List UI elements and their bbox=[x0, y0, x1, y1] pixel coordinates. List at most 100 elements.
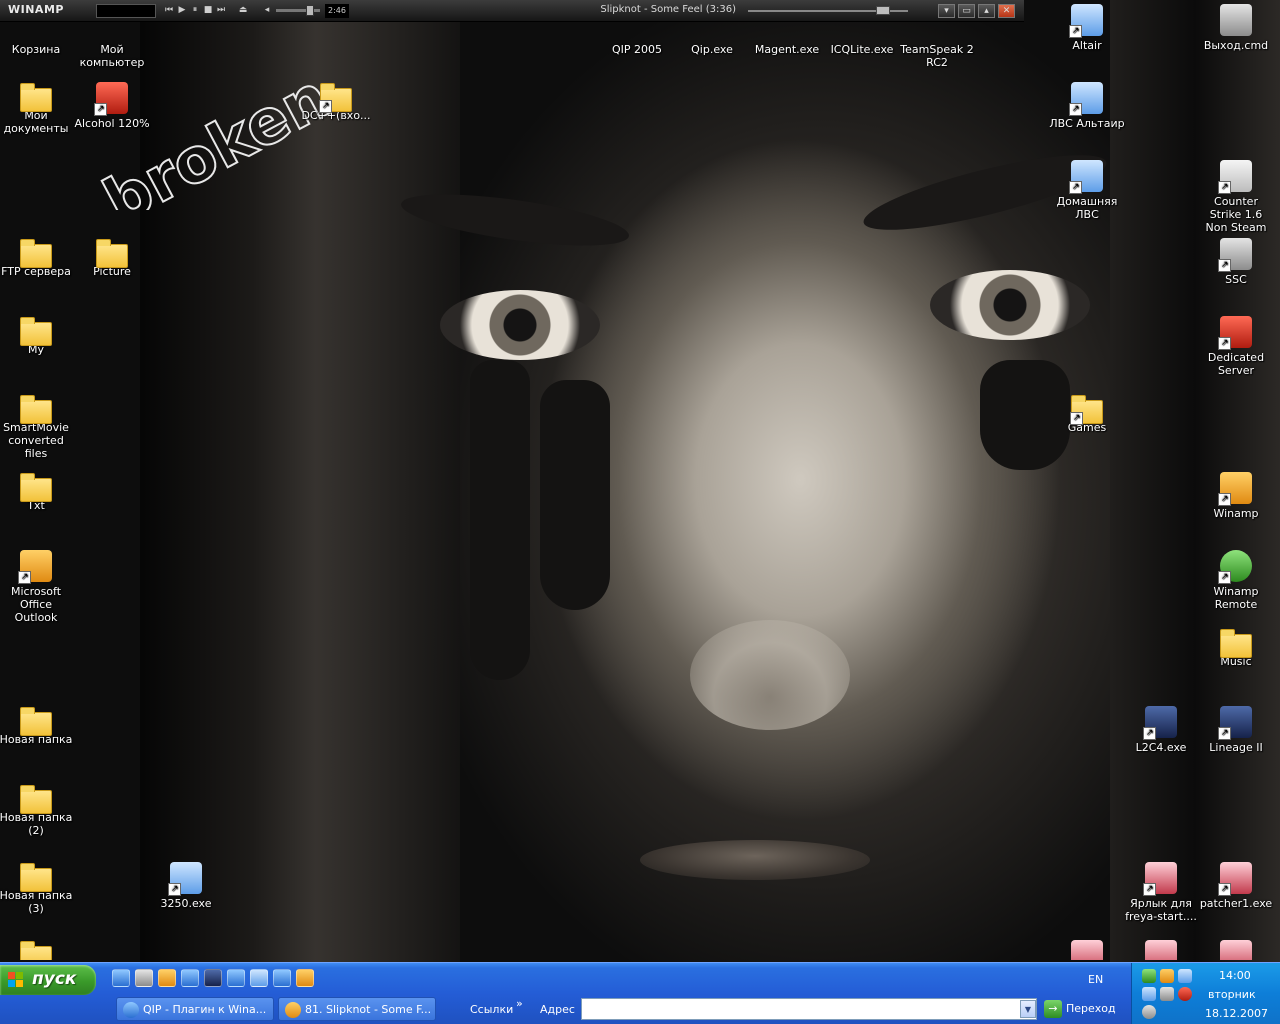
desktop-icon-my-computer[interactable]: Мой компьютер bbox=[74, 24, 150, 69]
outlook-icon bbox=[18, 550, 52, 584]
internet-explorer-icon[interactable] bbox=[181, 969, 199, 987]
task-button-winamp[interactable]: 81. Slipknot - Some F... bbox=[278, 997, 436, 1021]
task-label: QIP - Плагин к Wina... bbox=[143, 1003, 267, 1016]
icon-label: Magent.exe bbox=[754, 43, 820, 56]
volume-slider[interactable] bbox=[306, 5, 314, 16]
anime-app-icon bbox=[1218, 862, 1252, 896]
eject-icon[interactable]: ⏏ bbox=[238, 5, 248, 16]
quicklaunch-icon[interactable] bbox=[158, 969, 176, 987]
desktop-icon-qip2005[interactable]: QIP 2005 bbox=[599, 24, 675, 56]
desktop-icon-qip-exe[interactable]: Qip.exe bbox=[674, 24, 750, 56]
camera-icon bbox=[1218, 238, 1252, 272]
anime-app-icon bbox=[1071, 940, 1103, 960]
stop-icon[interactable]: ■ bbox=[203, 5, 213, 16]
desktop-icon-home-lan[interactable]: Домашняя ЛВС bbox=[1049, 160, 1125, 221]
icon-label: Microsoft Office Outlook bbox=[10, 585, 62, 624]
icon-label: Новая папка (3) bbox=[0, 889, 73, 915]
desktop-icon-dcpp[interactable]: DC++(вхо... bbox=[298, 82, 374, 122]
desktop-icon-icqlite[interactable]: ICQLite.exe bbox=[824, 24, 900, 56]
quicklaunch-icon[interactable] bbox=[250, 969, 268, 987]
icon-label: QIP 2005 bbox=[611, 43, 663, 56]
winamp-menu-icon[interactable]: ▾ bbox=[938, 4, 955, 18]
tray-icon[interactable] bbox=[1160, 987, 1174, 1001]
desktop-icon-magent[interactable]: Magent.exe bbox=[749, 24, 825, 56]
desktop-icon-my[interactable]: My bbox=[0, 316, 74, 356]
play-icon[interactable]: ▶ bbox=[177, 5, 187, 16]
desktop-icon-txt[interactable]: Txt bbox=[0, 472, 74, 512]
desktop-icon-ssc[interactable]: SSC bbox=[1198, 238, 1274, 286]
winamp-bar[interactable]: WINAMP ⏮ ▶ ⏸ ■ ⏭ ⏏ ◂ 2:46 Slipknot - Som… bbox=[0, 0, 1024, 22]
system-tray: 14:00 вторник 18.12.2007 bbox=[1131, 963, 1280, 1024]
desktop-icon-l2c4[interactable]: L2C4.exe bbox=[1123, 706, 1199, 754]
winamp-restore-icon[interactable]: ▭ bbox=[958, 4, 975, 18]
winamp-shade-icon[interactable]: ▴ bbox=[978, 4, 995, 18]
winamp-time[interactable]: 2:46 bbox=[325, 4, 349, 18]
winamp-icon[interactable] bbox=[296, 969, 314, 987]
media-player-icon[interactable] bbox=[227, 969, 245, 987]
show-desktop-icon[interactable] bbox=[135, 969, 153, 987]
desktop-icon-folder-partial[interactable] bbox=[0, 940, 74, 960]
internet-explorer-icon[interactable] bbox=[273, 969, 291, 987]
tray-network-icon[interactable] bbox=[1142, 987, 1156, 1001]
desktop-icon-new-folder-3[interactable]: Новая папка (3) bbox=[0, 862, 74, 915]
tray-security-icon[interactable] bbox=[1178, 987, 1192, 1001]
desktop-icon-games[interactable]: Games bbox=[1049, 394, 1125, 434]
start-button[interactable]: пуск bbox=[0, 965, 96, 995]
tray-icon[interactable] bbox=[1142, 969, 1156, 983]
desktop-icon-partial[interactable] bbox=[1198, 940, 1274, 960]
clock-time[interactable]: 14:00 bbox=[1219, 969, 1251, 982]
desktop-icon-picture[interactable]: Picture bbox=[74, 238, 150, 278]
desktop-icon-exit-cmd[interactable]: Выход.cmd bbox=[1198, 4, 1274, 52]
desktop-icon-partial[interactable] bbox=[1123, 940, 1199, 960]
pause-icon[interactable]: ⏸ bbox=[190, 5, 200, 16]
icon-label: Домашняя ЛВС bbox=[1056, 195, 1118, 221]
command-prompt-icon[interactable] bbox=[204, 969, 222, 987]
links-toolbar-label[interactable]: Ссылки bbox=[470, 1003, 513, 1016]
desktop-icon-new-folder-2[interactable]: Новая папка (2) bbox=[0, 784, 74, 837]
icon-label: Мои документы bbox=[3, 109, 69, 135]
address-input[interactable] bbox=[581, 998, 1037, 1020]
anime-app-icon bbox=[1143, 862, 1177, 896]
address-dropdown-icon[interactable]: ▼ bbox=[1020, 1000, 1036, 1018]
icon-label: Выход.cmd bbox=[1203, 39, 1269, 52]
tray-winamp-icon[interactable] bbox=[1160, 969, 1174, 983]
desktop-icon-my-documents[interactable]: Мои документы bbox=[0, 82, 74, 135]
desktop-icon-ftp[interactable]: FTP сервера bbox=[0, 238, 74, 278]
winamp-icon bbox=[285, 1002, 301, 1018]
desktop-icon-partial[interactable] bbox=[1049, 940, 1125, 960]
lineage-icon bbox=[1143, 706, 1177, 740]
taskbar: пуск EN QIP - Плагин к Wina... 81. Slipk… bbox=[0, 962, 1280, 1024]
desktop-icon-outlook[interactable]: Microsoft Office Outlook bbox=[0, 550, 74, 624]
go-label: Переход bbox=[1066, 1002, 1116, 1015]
icon-label: Altair bbox=[1072, 39, 1102, 52]
desktop-icon-3250[interactable]: 3250.exe bbox=[148, 862, 224, 910]
desktop-icon-freya[interactable]: Ярлык для freya-start.... bbox=[1123, 862, 1199, 923]
language-indicator[interactable]: EN bbox=[1088, 973, 1103, 986]
windows-flag-icon bbox=[8, 972, 24, 988]
desktop-icon-new-folder[interactable]: Новая папка bbox=[0, 706, 74, 746]
desktop-icon-counter-strike[interactable]: Counter Strike 1.6 Non Steam bbox=[1198, 160, 1274, 234]
seek-slider[interactable] bbox=[876, 6, 890, 15]
desktop-icon-winamp[interactable]: Winamp bbox=[1198, 472, 1274, 520]
desktop-icon-recycle-bin[interactable]: Корзина bbox=[0, 24, 74, 56]
winamp-visualizer[interactable] bbox=[96, 4, 156, 18]
prev-icon[interactable]: ⏮ bbox=[164, 5, 174, 16]
tray-icon[interactable] bbox=[1142, 1005, 1156, 1019]
next-icon[interactable]: ⏭ bbox=[216, 5, 226, 16]
quicklaunch-icon[interactable] bbox=[112, 969, 130, 987]
task-button-qip[interactable]: QIP - Плагин к Wina... bbox=[116, 997, 274, 1021]
desktop-icon-lineage2[interactable]: Lineage II bbox=[1198, 706, 1274, 754]
tray-network-icon[interactable] bbox=[1178, 969, 1192, 983]
desktop-icon-lan-altair[interactable]: ЛВС Альтаир bbox=[1049, 82, 1125, 130]
links-chevron[interactable]: » bbox=[516, 997, 523, 1010]
desktop-icon-smartmovie[interactable]: SmartMovie converted files bbox=[0, 394, 74, 460]
desktop-icon-alcohol[interactable]: Alcohol 120% bbox=[74, 82, 150, 130]
winamp-close-icon[interactable]: ✕ bbox=[998, 4, 1015, 18]
go-button[interactable]: → Переход bbox=[1044, 999, 1116, 1019]
desktop-icon-winamp-remote[interactable]: Winamp Remote bbox=[1198, 550, 1274, 611]
desktop-icon-teamspeak[interactable]: TeamSpeak 2 RC2 bbox=[899, 24, 975, 69]
desktop-icon-music[interactable]: Music bbox=[1198, 628, 1274, 668]
desktop-icon-altair[interactable]: Altair bbox=[1049, 4, 1125, 52]
desktop-icon-patcher[interactable]: patcher1.exe bbox=[1198, 862, 1274, 910]
desktop-icon-dedicated-server[interactable]: Dedicated Server bbox=[1198, 316, 1274, 377]
